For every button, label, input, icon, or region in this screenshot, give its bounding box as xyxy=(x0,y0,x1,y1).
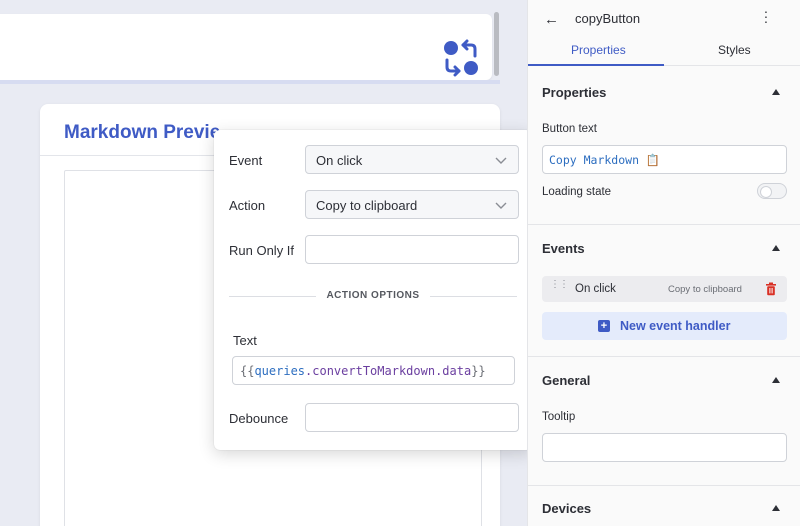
tab-styles[interactable]: Styles xyxy=(718,43,751,57)
button-text-label: Button text xyxy=(542,123,597,135)
code-open-brace: {{ xyxy=(240,364,255,378)
devices-section-title[interactable]: Devices xyxy=(542,501,591,516)
tooltip-input[interactable] xyxy=(542,433,787,462)
trash-icon[interactable] xyxy=(765,282,777,296)
collapse-caret-icon[interactable] xyxy=(772,89,780,95)
event-handler-event: On click xyxy=(575,283,616,295)
swap-arrows-icon[interactable] xyxy=(442,39,480,77)
run-only-if-label: Run Only If xyxy=(229,243,295,258)
collapse-caret-icon[interactable] xyxy=(772,505,780,511)
active-tab-indicator xyxy=(528,64,664,66)
loading-state-toggle[interactable] xyxy=(757,183,787,199)
run-only-if-input[interactable] xyxy=(305,235,519,264)
code-path: .convertToMarkdown.data xyxy=(305,364,472,378)
general-section-title[interactable]: General xyxy=(542,373,590,388)
markdown-preview-title: Markdown Previe xyxy=(64,122,221,143)
component-name[interactable]: copyButton xyxy=(575,11,640,26)
action-options-header: ACTION OPTIONS xyxy=(214,290,532,301)
action-select[interactable]: Copy to clipboard xyxy=(305,190,519,219)
canvas-scrollbar[interactable] xyxy=(494,12,499,76)
text-code-input[interactable]: {{queries.convertToMarkdown.data}} xyxy=(232,356,515,385)
events-section-title[interactable]: Events xyxy=(542,241,585,256)
collapse-caret-icon[interactable] xyxy=(772,377,780,383)
header-container[interactable] xyxy=(0,14,492,80)
section-divider xyxy=(528,224,800,225)
text-label: Text xyxy=(233,333,257,348)
event-label: Event xyxy=(229,153,263,168)
code-close-brace: }} xyxy=(471,364,486,378)
inspector-panel: ← copyButton · · · Properties Styles Prope… xyxy=(527,0,800,526)
event-handler-popover: Event On click Action Copy to clipboard … xyxy=(214,130,532,450)
event-select[interactable]: On click xyxy=(305,145,519,174)
action-options-header-text: ACTION OPTIONS xyxy=(316,290,430,301)
plus-icon: + xyxy=(598,320,610,332)
section-divider xyxy=(528,485,800,486)
new-event-handler-label: New event handler xyxy=(620,319,731,333)
new-event-handler-button[interactable]: + New event handler xyxy=(542,312,787,340)
action-label: Action xyxy=(229,198,266,213)
arrow-left-icon[interactable]: ← xyxy=(544,11,559,28)
selection-outline xyxy=(0,80,500,84)
event-handler-action: Copy to clipboard xyxy=(668,284,742,295)
chevron-down-icon xyxy=(495,157,507,164)
event-handler-row[interactable]: ⋮⋮ On click Copy to clipboard xyxy=(542,276,787,302)
loading-state-label: Loading state xyxy=(542,186,612,198)
collapse-caret-icon[interactable] xyxy=(772,245,780,251)
properties-section-title[interactable]: Properties xyxy=(542,85,606,100)
action-select-value: Copy to clipboard xyxy=(316,198,418,213)
tab-properties[interactable]: Properties xyxy=(571,43,626,57)
button-text-value: Copy Markdown 📋 xyxy=(549,153,661,167)
tooltip-label: Tooltip xyxy=(542,411,576,423)
drag-handle-icon[interactable]: ⋮⋮ xyxy=(550,280,569,290)
kebab-menu-icon[interactable]: · · · xyxy=(762,4,770,28)
debounce-input[interactable] xyxy=(305,403,519,432)
event-select-value: On click xyxy=(316,153,363,168)
chevron-down-icon xyxy=(495,202,507,209)
section-divider xyxy=(528,356,800,357)
debounce-label: Debounce xyxy=(229,411,289,426)
code-queries: queries xyxy=(254,364,306,378)
button-text-input[interactable]: Copy Markdown 📋 xyxy=(542,145,787,174)
